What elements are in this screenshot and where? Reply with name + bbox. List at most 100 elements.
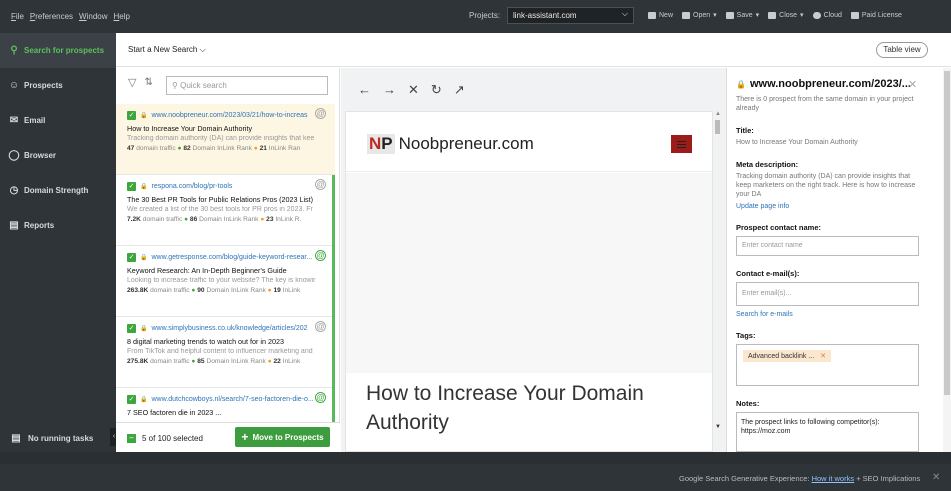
list-item[interactable]: ✓ 🔒 www.simplybusiness.co.uk/knowledge/a…: [116, 317, 335, 388]
search-icon: ⚲: [10, 45, 18, 56]
filter-icon[interactable]: ▽: [128, 76, 136, 89]
result-description: From TikTok and helpful content to influ…: [127, 348, 313, 355]
sidebar-item-reports[interactable]: ▤ Reports: [0, 208, 116, 243]
hamburger-menu-icon[interactable]: [671, 135, 692, 153]
stop-icon[interactable]: ✕: [408, 82, 419, 98]
running-tasks[interactable]: ▤ No running tasks: [11, 433, 93, 444]
sidebar-item-label: Reports: [24, 221, 55, 230]
scroll-up-icon[interactable]: ▲: [715, 111, 721, 117]
email-at-icon[interactable]: @: [315, 392, 326, 403]
email-placeholder: Enter email(s)...: [742, 290, 792, 297]
site-logo[interactable]: NP Noobpreneur.com: [367, 134, 534, 154]
list-item[interactable]: ✓ 🔒 www.dutchcowboys.nl/search/7-seo-fac…: [116, 388, 335, 422]
list-item[interactable]: ✓ 🔒 respona.com/blog/pr-tools @ The 30 B…: [116, 175, 335, 246]
save-button[interactable]: Save ▾: [725, 11, 759, 19]
scroll-thumb[interactable]: [715, 120, 720, 134]
lock-icon: 🔒: [140, 397, 148, 403]
status-message: Google Search Generative Experience: How…: [679, 474, 920, 483]
close-button[interactable]: Close ▾: [768, 11, 804, 19]
domain-inlink-value: 82: [183, 145, 191, 152]
results-list-panel: ▽ ⇅ ⚲ Quick search ✓ 🔒 www.noobpreneur.c…: [116, 68, 340, 452]
license-button[interactable]: Paid License: [850, 11, 902, 19]
reload-icon[interactable]: ↻: [431, 82, 442, 98]
result-url[interactable]: respona.com/blog/pr-tools: [151, 183, 232, 190]
forward-icon[interactable]: →: [383, 82, 396, 98]
close-icon[interactable]: ✕: [932, 472, 940, 483]
domain-inlink-label: Domain InLink Rank: [192, 145, 252, 152]
details-scroll-thumb[interactable]: [944, 71, 950, 395]
sidebar-item-email[interactable]: ✉ Email: [0, 103, 116, 138]
result-url[interactable]: www.simplybusiness.co.uk/knowledge/artic…: [151, 325, 307, 332]
plus-icon: +: [241, 430, 249, 444]
tag-chip[interactable]: Advanced backlink ... ✕: [743, 350, 832, 362]
table-view-button[interactable]: Table view: [876, 42, 928, 58]
notes-label: Notes:: [736, 399, 760, 408]
email-at-icon[interactable]: @: [315, 321, 326, 332]
back-icon[interactable]: ←: [358, 82, 371, 98]
update-page-info-link[interactable]: Update page info: [736, 203, 942, 210]
divider: [0, 452, 951, 464]
inlink-label: InLink Ran: [268, 145, 301, 152]
close-icon: [768, 11, 777, 19]
search-icon: ⚲: [172, 81, 178, 90]
details-scrollbar[interactable]: [943, 68, 951, 452]
result-url[interactable]: www.getresponse.com/blog/guide-keyword-r…: [151, 254, 312, 261]
new-button[interactable]: New: [648, 11, 673, 19]
scroll-down-icon[interactable]: ▼: [715, 424, 721, 430]
sidebar-item-browser[interactable]: ◯ Browser: [0, 138, 116, 173]
traffic-value: 275.8K: [127, 358, 149, 365]
sidebar-item-prospects[interactable]: ☺ Prospects: [0, 68, 116, 103]
report-icon: ▤: [9, 220, 19, 231]
cloud-button[interactable]: Cloud: [812, 11, 842, 19]
how-it-works-link[interactable]: How it works: [812, 474, 855, 483]
list-item[interactable]: ✓ 🔒 www.getresponse.com/blog/guide-keywo…: [116, 246, 335, 317]
email-at-icon[interactable]: @: [315, 250, 326, 261]
menu-help[interactable]: Help: [114, 12, 130, 21]
details-domain-text: www.noobpreneur.com/2023/...: [749, 78, 911, 90]
logo-mark: NP: [367, 134, 395, 154]
browser-panel: ← → ✕ ↻ ↗ NP Noobpreneur.com How to Incr…: [341, 68, 726, 452]
checkbox[interactable]: ✓: [127, 182, 136, 191]
open-external-icon[interactable]: ↗: [454, 82, 465, 98]
tags-input[interactable]: Advanced backlink ... ✕: [736, 344, 919, 386]
search-emails-link[interactable]: Search for e-mails: [736, 311, 942, 318]
notes-textarea[interactable]: The prospect links to following competit…: [736, 412, 919, 452]
projects-label: Projects:: [469, 11, 501, 20]
sidebar-item-domain-strength[interactable]: ◷ Domain Strength: [0, 173, 116, 208]
meta-value: Tracking domain authority (DA) can provi…: [736, 173, 916, 198]
result-title: The 30 Best PR Tools for Public Relation…: [127, 195, 314, 204]
close-icon[interactable]: ✕: [908, 78, 917, 91]
start-new-search-dropdown[interactable]: Start a New Search ⌵: [128, 45, 206, 55]
list-item[interactable]: ✓ 🔒 www.noobpreneur.com/2023/03/21/how-t…: [116, 104, 335, 175]
checkbox[interactable]: ✓: [127, 253, 136, 262]
remove-tag-icon[interactable]: ✕: [820, 352, 826, 360]
result-url[interactable]: www.noobpreneur.com/2023/03/21/how-to-in…: [151, 112, 307, 119]
project-select[interactable]: link-assistant.com ⌵: [507, 7, 634, 24]
menu-file[interactable]: File: [11, 12, 24, 21]
contact-name-placeholder: Enter contact name: [742, 242, 803, 249]
page-scrollbar[interactable]: ▲ ▼: [714, 111, 722, 436]
sort-icon[interactable]: ⇅: [144, 77, 152, 88]
contact-name-input[interactable]: Enter contact name: [736, 236, 919, 256]
traffic-value: 263.8K: [127, 287, 149, 294]
deselect-all-checkbox[interactable]: –: [127, 434, 136, 443]
checkbox[interactable]: ✓: [127, 395, 136, 404]
lock-icon: 🔒: [736, 79, 746, 89]
email-input[interactable]: Enter email(s)...: [736, 282, 919, 306]
open-label: Open: [693, 11, 711, 19]
inlink-label: InLink: [282, 358, 301, 365]
open-button[interactable]: Open ▾: [682, 11, 717, 19]
checkbox[interactable]: ✓: [127, 111, 136, 120]
inlink-label: InLink R.: [275, 216, 302, 223]
menu-window[interactable]: Window: [79, 12, 107, 21]
sidebar-item-search-for-prospects[interactable]: ⚲ Search for prospects: [0, 33, 116, 68]
move-to-prospects-button[interactable]: + Move to Prospects: [235, 427, 330, 447]
checkbox[interactable]: ✓: [127, 324, 136, 333]
email-label: Contact e-mail(s):: [736, 269, 800, 278]
email-at-icon[interactable]: @: [315, 108, 326, 119]
email-at-icon[interactable]: @: [315, 179, 326, 190]
menu-preferences[interactable]: Preferences: [30, 12, 73, 21]
quick-search-input[interactable]: ⚲ Quick search: [166, 76, 328, 95]
result-description: Tracking domain authority (DA) can provi…: [127, 135, 315, 142]
result-url[interactable]: www.dutchcowboys.nl/search/7-seo-factore…: [151, 396, 313, 403]
